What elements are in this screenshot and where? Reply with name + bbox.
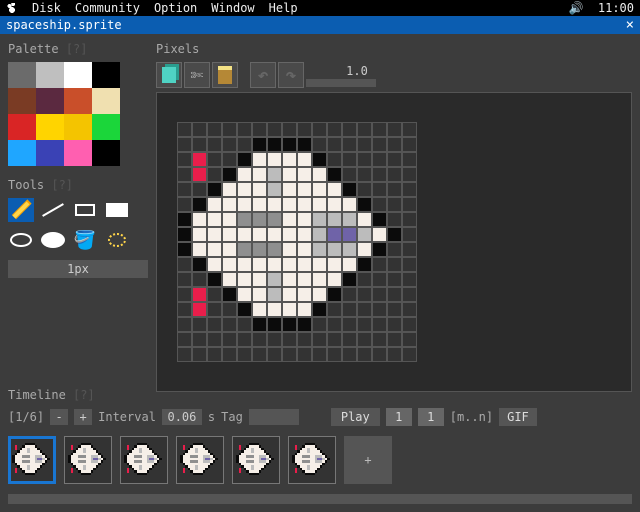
palette-swatch-14[interactable] bbox=[64, 140, 92, 166]
gif-button[interactable]: GIF bbox=[499, 408, 537, 426]
palette-swatch-0[interactable] bbox=[8, 62, 36, 88]
menu-option[interactable]: Option bbox=[154, 1, 197, 15]
frame-6[interactable] bbox=[288, 436, 336, 484]
rect-outline-tool[interactable] bbox=[72, 198, 98, 222]
bucket-tool[interactable]: 🪣 bbox=[72, 228, 98, 252]
line-tool[interactable] bbox=[40, 198, 66, 222]
timeline-scrollbar[interactable] bbox=[8, 494, 632, 504]
palette-swatch-2[interactable] bbox=[64, 62, 92, 88]
interval-value[interactable]: 0.06 bbox=[162, 409, 202, 425]
palette-swatch-10[interactable] bbox=[64, 114, 92, 140]
zoom-value: 1.0 bbox=[322, 64, 392, 78]
palette-help[interactable]: [?] bbox=[66, 42, 88, 56]
frame-1[interactable] bbox=[8, 436, 56, 484]
frame-counter: [1/6] bbox=[8, 410, 44, 424]
tag-label: Tag bbox=[221, 410, 243, 424]
canvas-viewport[interactable] bbox=[156, 92, 632, 392]
palette-swatch-4[interactable] bbox=[8, 88, 36, 114]
range-to[interactable]: 1 bbox=[418, 408, 444, 426]
brush-size[interactable]: 1px bbox=[8, 260, 148, 278]
copy-button[interactable] bbox=[156, 62, 182, 88]
undo-button[interactable]: ↶ bbox=[250, 62, 276, 88]
palette-swatch-13[interactable] bbox=[36, 140, 64, 166]
palette-swatch-15[interactable] bbox=[92, 140, 120, 166]
palette-swatch-7[interactable] bbox=[92, 88, 120, 114]
close-icon[interactable]: × bbox=[626, 16, 634, 34]
frame-4[interactable] bbox=[176, 436, 224, 484]
ellipse-fill-tool[interactable] bbox=[40, 228, 66, 252]
ellipse-outline-tool[interactable] bbox=[8, 228, 34, 252]
frame-2[interactable] bbox=[64, 436, 112, 484]
window-titlebar: spaceship.sprite × bbox=[0, 16, 640, 34]
rect-fill-tool[interactable] bbox=[104, 198, 130, 222]
add-frame-button[interactable]: + bbox=[344, 436, 392, 484]
volume-icon[interactable] bbox=[569, 0, 584, 16]
pixel-canvas bbox=[177, 122, 417, 362]
range-hint: [m..n] bbox=[450, 410, 493, 424]
palette-swatch-1[interactable] bbox=[36, 62, 64, 88]
palette-heading: Palette bbox=[8, 42, 59, 56]
window-title: spaceship.sprite bbox=[6, 16, 122, 34]
menubar: Disk Community Option Window Help 11:00 bbox=[0, 0, 640, 16]
timeline-help[interactable]: [?] bbox=[73, 388, 95, 402]
zoom-slider[interactable] bbox=[306, 79, 376, 87]
tools-heading: Tools bbox=[8, 178, 44, 192]
lasso-tool[interactable] bbox=[104, 228, 130, 252]
menu-community[interactable]: Community bbox=[75, 1, 140, 15]
palette-swatch-6[interactable] bbox=[64, 88, 92, 114]
tools-help[interactable]: [?] bbox=[51, 178, 73, 192]
palette-swatch-11[interactable] bbox=[92, 114, 120, 140]
interval-unit: s bbox=[208, 410, 215, 424]
palette-swatch-5[interactable] bbox=[36, 88, 64, 114]
frame-minus-button[interactable]: - bbox=[50, 409, 68, 425]
redo-button[interactable]: ↷ bbox=[278, 62, 304, 88]
palette-swatch-8[interactable] bbox=[8, 114, 36, 140]
clock: 11:00 bbox=[598, 0, 634, 16]
play-button[interactable]: Play bbox=[331, 408, 380, 426]
frame-plus-button[interactable]: + bbox=[74, 409, 92, 425]
color-palette bbox=[8, 62, 120, 166]
interval-label: Interval bbox=[98, 410, 156, 424]
palette-swatch-3[interactable] bbox=[92, 62, 120, 88]
app-logo-icon bbox=[6, 3, 18, 13]
range-from[interactable]: 1 bbox=[386, 408, 412, 426]
timeline-heading: Timeline bbox=[8, 388, 66, 402]
menu-window[interactable]: Window bbox=[211, 1, 254, 15]
tag-field[interactable] bbox=[249, 409, 299, 425]
cut-button[interactable]: ✂ bbox=[184, 62, 210, 88]
frames-strip: + bbox=[8, 432, 632, 488]
paste-button[interactable] bbox=[212, 62, 238, 88]
menu-disk[interactable]: Disk bbox=[32, 1, 61, 15]
pixels-heading: Pixels bbox=[156, 42, 199, 56]
pencil-tool[interactable] bbox=[8, 198, 34, 222]
frame-3[interactable] bbox=[120, 436, 168, 484]
menu-help[interactable]: Help bbox=[269, 1, 298, 15]
palette-swatch-9[interactable] bbox=[36, 114, 64, 140]
palette-swatch-12[interactable] bbox=[8, 140, 36, 166]
frame-5[interactable] bbox=[232, 436, 280, 484]
